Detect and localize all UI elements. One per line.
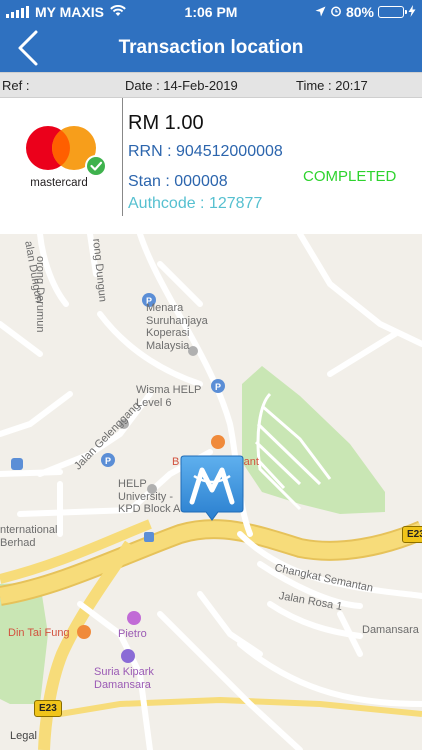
location-arrow-icon — [315, 4, 326, 20]
time-label: Time : 20:17 — [296, 78, 368, 93]
page-title: Transaction location — [118, 37, 304, 58]
battery-percent: 80% — [345, 4, 374, 20]
card-divider — [122, 98, 123, 216]
transaction-card: mastercard RM 1.00 RRN : 904512000008 St… — [0, 98, 422, 234]
map-label-pietro: Pietro — [118, 628, 147, 640]
check-badge-icon — [85, 155, 107, 177]
map-label-dungun3: orong Derumun — [34, 256, 46, 333]
ref-label: Ref : — [2, 78, 30, 93]
map-legal-link[interactable]: Legal — [10, 730, 37, 743]
svg-text:P: P — [105, 456, 111, 466]
road-sign-e23-right: E23 — [402, 526, 422, 543]
map-label-wisma: Wisma HELP Level 6 — [136, 384, 202, 409]
alarm-icon — [330, 4, 342, 20]
transaction-info-strip: Ref : Date : 14-Feb-2019 Time : 20:17 — [0, 72, 422, 98]
map-label-damansara: Damansara — [362, 624, 419, 636]
status-right: 80% — [315, 4, 416, 20]
rrn-value: RRN : 904512000008 — [128, 143, 283, 160]
map-label-b: B — [172, 456, 180, 468]
location-pin-icon[interactable] — [180, 454, 244, 526]
amount: RM 1.00 — [128, 112, 204, 134]
svg-text:mastercard: mastercard — [30, 177, 88, 189]
stan-value: Stan : 000008 — [128, 173, 228, 190]
nav-bar: Transaction location — [0, 24, 422, 72]
map-label-suria: Suria Kipark Damansara — [94, 666, 154, 691]
authcode-value: Authcode : 127877 — [128, 195, 263, 212]
date-label: Date : 14-Feb-2019 — [125, 78, 238, 93]
status-bar: MY MAXIS 1:06 PM 80% — [0, 0, 422, 24]
map-label-international: nternational Berhad — [0, 524, 58, 549]
map-view[interactable]: P P P alan Dungun rong Dungun orong Deru… — [0, 234, 422, 750]
road-sign-e23-left: E23 — [34, 700, 62, 717]
status-badge: COMPLETED — [303, 168, 397, 185]
charging-bolt-icon — [408, 4, 416, 20]
map-label-help: HELP University - KPD Block A — [118, 478, 181, 516]
map-label-menara: Menara Suruhanjaya Koperasi Malaysia — [146, 302, 208, 352]
map-label-din-tai-fung: Din Tai Fung — [8, 627, 70, 639]
mastercard-logo: mastercard — [18, 124, 110, 194]
svg-text:P: P — [215, 382, 221, 392]
battery-icon — [378, 6, 407, 18]
